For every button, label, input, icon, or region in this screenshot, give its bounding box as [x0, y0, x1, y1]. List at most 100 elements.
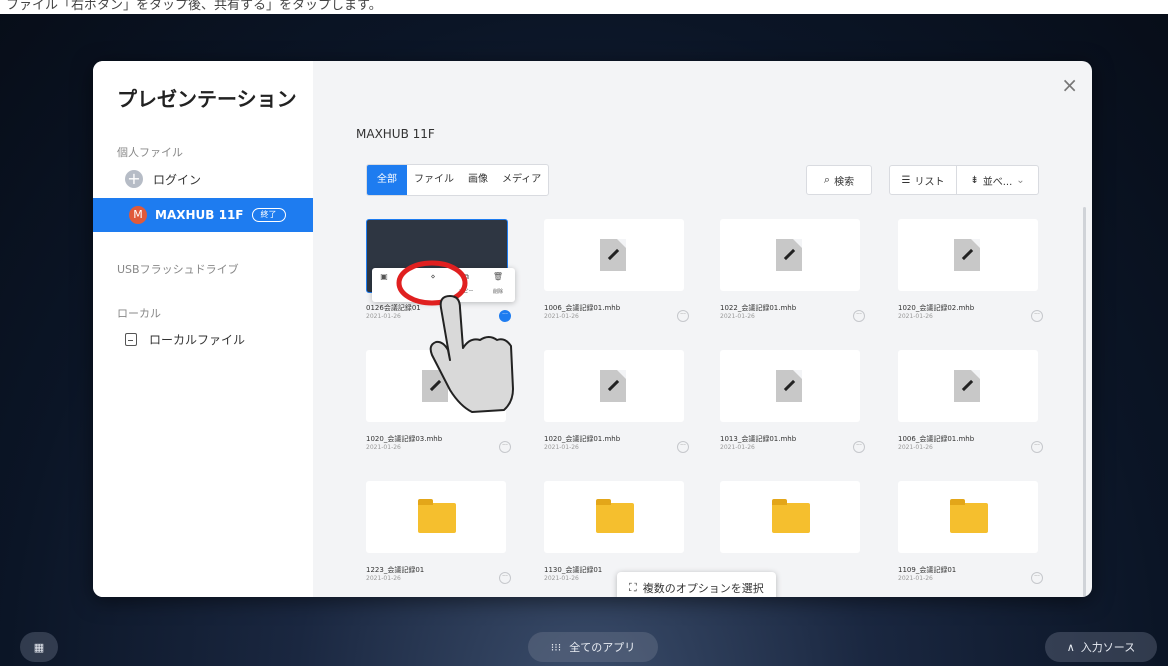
file-card[interactable] — [720, 481, 862, 553]
login-item[interactable]: + ログイン — [125, 169, 201, 189]
sidebar: プレゼンテーション 個人ファイル + ログイン M MAXHUB 11F 終了 … — [93, 61, 313, 597]
file-thumbnail[interactable] — [898, 219, 1038, 291]
file-name: 1006_会議記録01.mhb — [898, 435, 975, 443]
all-apps-icon: ⁝⁝⁝ — [550, 640, 562, 654]
file-date: 2021-01-26 — [544, 313, 579, 320]
more-options-button[interactable]: ··· — [853, 310, 865, 322]
account-label: MAXHUB 11F — [155, 208, 244, 222]
file-date: 2021-01-26 — [366, 575, 401, 582]
more-options-button[interactable]: ··· — [499, 441, 511, 453]
apps-grid-button[interactable]: ▦ — [20, 632, 58, 662]
end-session-button[interactable]: 終了 — [251, 208, 286, 222]
sort-button[interactable]: ⇟ 並べ... ⌄ — [956, 165, 1039, 195]
whiteboard-file-icon — [954, 370, 980, 402]
sidebar-item-local-files[interactable]: ローカルファイル — [125, 329, 245, 349]
file-date: 2021-01-26 — [720, 444, 755, 451]
file-thumbnail[interactable] — [366, 481, 506, 553]
more-options-button[interactable]: ··· — [499, 572, 511, 584]
file-card[interactable]: 1020_会議記録03.mhb 2021-01-26 ··· — [366, 350, 511, 453]
delete-label: 削除 — [492, 289, 503, 295]
file-date: 2021-01-26 — [366, 444, 401, 451]
folder-icon — [596, 499, 634, 533]
file-name: 1022_会議記録01.mhb — [720, 304, 797, 312]
file-date: 2021-01-26 — [898, 313, 933, 320]
file-thumbnail[interactable] — [720, 481, 860, 553]
tab-images[interactable]: 画像 — [461, 165, 495, 195]
folder-icon — [772, 499, 810, 533]
more-options-button[interactable]: ··· — [677, 310, 689, 322]
whiteboard-file-icon — [600, 370, 626, 402]
all-apps-button[interactable]: ⁝⁝⁝ 全てのアプリ — [528, 632, 658, 662]
multi-select-button[interactable]: ⛶ 複数のオプションを選択 — [617, 572, 776, 597]
open-icon[interactable]: ▣ — [374, 272, 394, 281]
file-card[interactable]: 1013_会議記録01.mhb 2021-01-26 ··· — [720, 350, 865, 453]
file-card[interactable]: 1109_会議記録01 2021-01-26 ··· — [898, 481, 1043, 584]
tab-files[interactable]: ファイル — [407, 165, 461, 195]
file-card[interactable]: 1130_会議記録012021-01-26··· — [544, 481, 689, 584]
file-date: 2021-01-26 — [544, 444, 579, 451]
file-date: 2021-01-26 — [544, 575, 579, 582]
file-context-menu: ▣ ⋄ ⧉ コピー 🗑 削除 — [372, 268, 515, 302]
whiteboard-file-icon — [422, 370, 448, 402]
whiteboard-file-icon — [954, 239, 980, 271]
file-card[interactable]: 1006_会議記録01.mhb 2021-01-26 ··· — [544, 219, 689, 322]
close-button[interactable]: × — [1061, 75, 1078, 95]
avatar: M — [129, 206, 147, 224]
more-options-button[interactable]: ··· — [499, 310, 511, 322]
file-name: 1006_会議記録01.mhb — [544, 304, 621, 312]
tab-media[interactable]: メディア — [495, 165, 548, 195]
all-apps-label: 全てのアプリ — [569, 641, 636, 654]
more-options-button[interactable]: ··· — [853, 441, 865, 453]
file-thumbnail[interactable] — [720, 219, 860, 291]
more-options-button[interactable]: ··· — [677, 441, 689, 453]
file-name: 1013_会議記録01.mhb — [720, 435, 797, 443]
sort-icon: ⇟ — [970, 174, 979, 186]
more-options-button[interactable]: ··· — [1031, 310, 1043, 322]
file-date: 2021-01-26 — [898, 444, 933, 451]
more-options-button[interactable]: ··· — [1031, 441, 1043, 453]
file-card[interactable]: 1223_会議記録01 2021-01-26 ··· — [366, 481, 511, 584]
sort-label: 並べ... — [982, 176, 1013, 188]
instruction-caption-strip: ファイル「右ボタン」をタップ後、共有する」をタップします。 — [0, 0, 1168, 14]
instruction-caption: ファイル「右ボタン」をタップ後、共有する」をタップします。 — [6, 0, 382, 13]
share-icon[interactable]: ⋄ — [423, 272, 443, 281]
input-source-button[interactable]: ∧ 入力ソース — [1045, 632, 1157, 662]
chevron-up-icon: ∧ — [1066, 640, 1075, 654]
search-button[interactable]: ⌕ 検索 — [806, 165, 872, 195]
copy-icon[interactable]: ⧉ — [456, 272, 476, 282]
dialog-title: プレゼンテーション — [117, 87, 297, 111]
file-card[interactable]: 1022_会議記録01.mhb 2021-01-26 ··· — [720, 219, 865, 322]
tab-all[interactable]: 全部 — [367, 165, 407, 195]
file-thumbnail[interactable] — [544, 350, 684, 422]
more-options-button[interactable]: ··· — [1031, 572, 1043, 584]
sidebar-item-usb[interactable]: USBフラッシュドライブ — [117, 261, 239, 277]
sidebar-item-account[interactable]: M MAXHUB 11F 終了 — [93, 198, 313, 232]
list-view-button[interactable]: ☰ リスト — [889, 165, 957, 195]
file-thumbnail[interactable] — [544, 219, 684, 291]
multi-select-label: 複数のオプションを選択 — [642, 582, 764, 595]
search-label: 検索 — [834, 176, 855, 188]
input-source-label: 入力ソース — [1080, 641, 1136, 654]
multi-select-icon: ⛶ — [629, 581, 637, 594]
chevron-down-icon: ⌄ — [1016, 174, 1025, 186]
file-card[interactable]: 1020_会議記録02.mhb 2021-01-26 ··· — [898, 219, 1043, 322]
file-card[interactable]: 1006_会議記録01.mhb 2021-01-26 ··· — [898, 350, 1043, 453]
plus-icon: + — [125, 170, 143, 188]
file-card[interactable]: 1020_会議記録01.mhb 2021-01-26 ··· — [544, 350, 689, 453]
delete-icon[interactable]: 🗑 — [488, 272, 508, 281]
scrollbar[interactable] — [1083, 207, 1086, 597]
file-thumbnail[interactable] — [898, 350, 1038, 422]
file-name: 1130_会議記録01 — [544, 566, 603, 574]
file-date: 2021-01-26 — [720, 313, 755, 320]
filter-tabs: 全部 ファイル 画像 メディア — [366, 164, 550, 196]
folder-icon — [418, 499, 456, 533]
file-thumbnail[interactable] — [544, 481, 684, 553]
whiteboard-file-icon — [776, 370, 802, 402]
file-thumbnail[interactable] — [720, 350, 860, 422]
file-thumbnail[interactable] — [366, 350, 506, 422]
file-name: 0126会議記録01 — [366, 304, 421, 312]
file-date: 2021-01-26 — [898, 575, 933, 582]
copy-label: コピー — [458, 289, 474, 295]
file-thumbnail[interactable] — [898, 481, 1038, 553]
local-files-label: ローカルファイル — [149, 332, 246, 347]
